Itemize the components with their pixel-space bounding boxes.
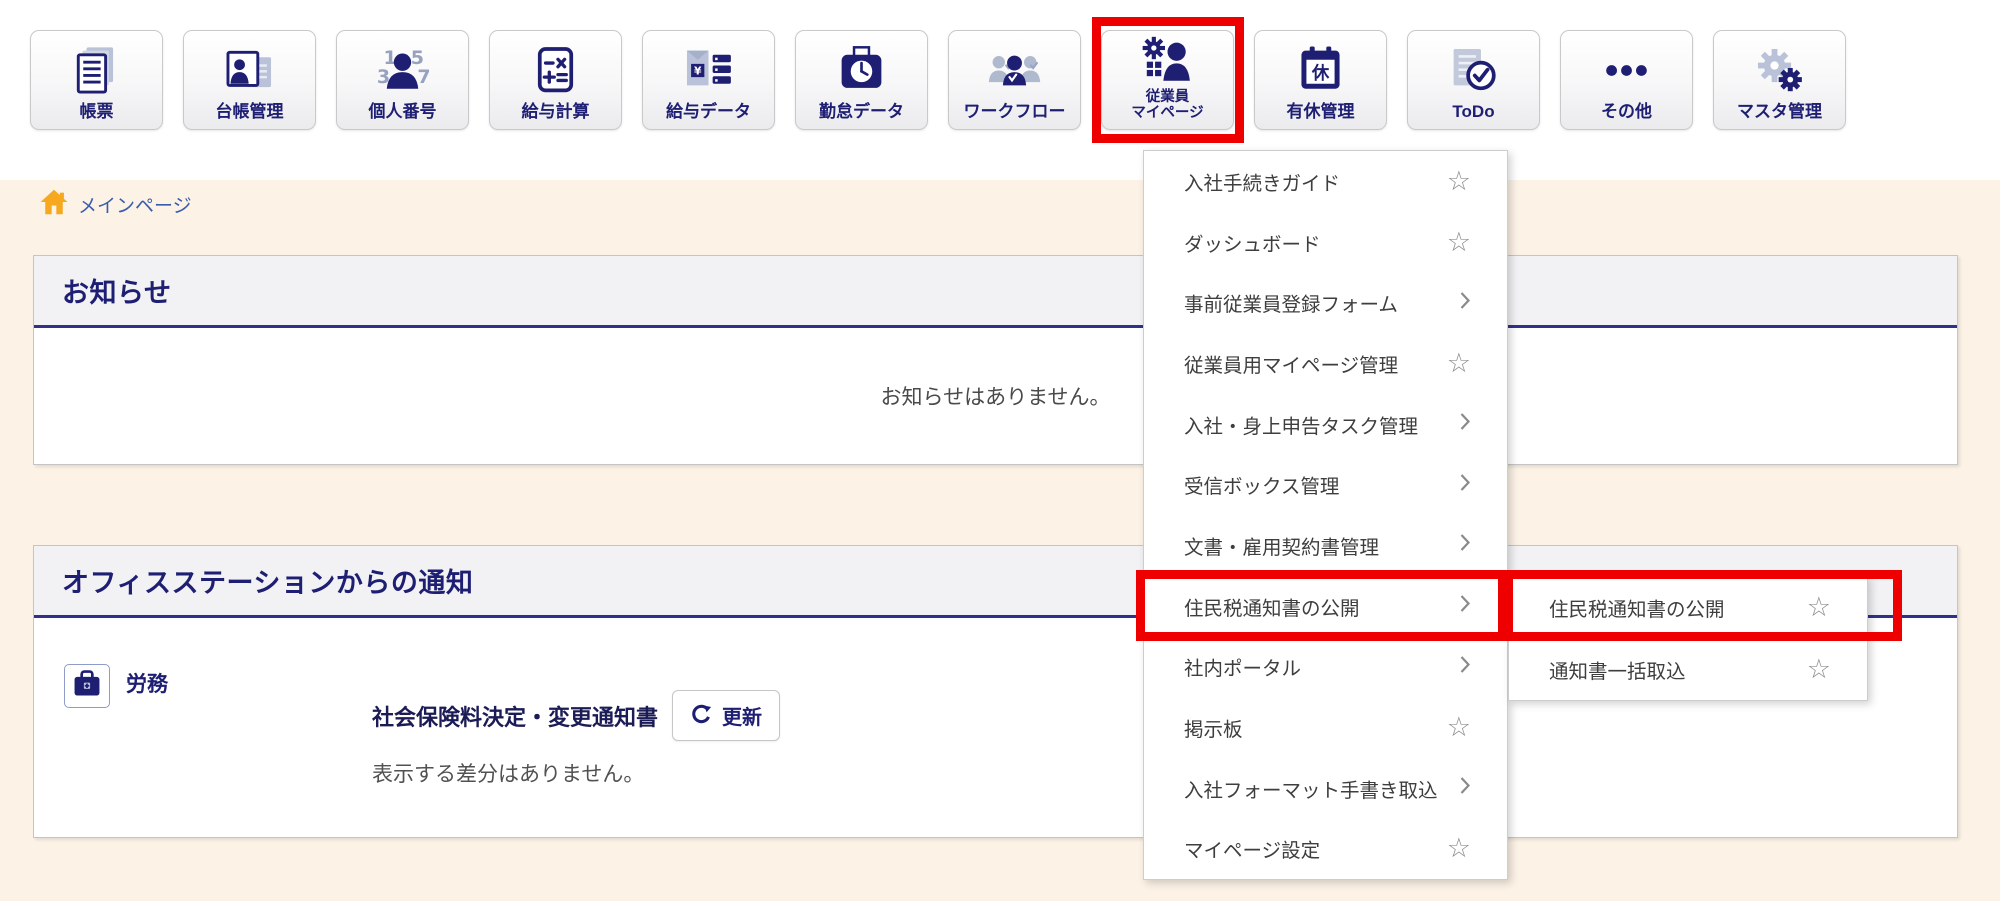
menu-item-document-contract-management[interactable]: 文書・雇用契約書管理 [1144,515,1507,576]
notification-status-message: 表示する差分はありません。 [372,763,645,786]
notice-panel-body: お知らせはありません。 [34,328,1957,463]
toolbar-button-label: マスタ管理 [1737,102,1822,121]
employee-mypage-icon [1141,30,1194,89]
calculator-icon [529,31,582,103]
toolbar-button-label: 従業員 マイページ [1131,88,1204,122]
svg-text:休: 休 [1311,62,1330,83]
notification-title: 社会保険料決定・変更通知書 [372,704,659,730]
main-page: 帳票 台帳管理 15 37 [0,0,2000,901]
toolbar-button-label: ワークフロー [963,102,1066,121]
toolbar-button-paid-leave[interactable]: 休 有休管理 [1254,30,1387,130]
menu-item-bulletin-board[interactable]: 掲示板 ☆ [1144,697,1507,758]
menu-item-onboarding-task-management[interactable]: 入社・身上申告タスク管理 [1144,394,1507,455]
todo-icon [1447,31,1500,103]
toolbar-button-forms[interactable]: 帳票 [30,30,163,130]
toolbar-button-mynumber[interactable]: 15 37 個人番号 [336,30,469,130]
toolbar-button-label: 有休管理 [1286,102,1355,121]
toolbar-button-label: その他 [1601,102,1652,121]
briefcase-icon [71,668,103,705]
favorite-star-icon[interactable]: ☆ [1447,228,1471,256]
toolbar-button-label: ToDo [1452,102,1495,121]
menu-item-internal-portal[interactable]: 社内ポータル [1144,636,1507,697]
master-icon [1753,31,1806,103]
favorite-star-icon[interactable]: ☆ [1807,593,1831,621]
notice-panel-header: お知らせ [34,256,1957,328]
submenu-chevron-icon [1459,291,1471,315]
toolbar-button-ledger[interactable]: 台帳管理 [183,30,316,130]
toolbar-button-todo[interactable]: ToDo [1407,30,1540,130]
menu-item-onboarding-format-handwriting-import[interactable]: 入社フォーマット手書き取込 [1144,758,1507,819]
toolbar-button-employee-mypage[interactable]: 従業員 マイページ [1101,30,1234,130]
toolbar-button-label: 給与データ [666,102,751,121]
menu-item-dashboard[interactable]: ダッシュボード ☆ [1144,212,1507,273]
toolbar-button-label: 個人番号 [368,102,437,121]
submenu-chevron-icon [1459,473,1471,497]
breadcrumb-link-main-page[interactable]: メインページ [78,191,192,218]
category-label-labor: 労務 [126,673,168,696]
notifications-panel-title: オフィスステーションからの通知 [62,568,474,598]
refresh-button-label: 更新 [722,707,763,729]
submenu-chevron-icon [1459,533,1471,557]
refresh-icon [690,703,713,729]
menu-item-onboarding-guide[interactable]: 入社手続きガイド ☆ [1144,151,1507,212]
favorite-star-icon[interactable]: ☆ [1447,349,1471,377]
menu-item-employee-mypage-management[interactable]: 従業員用マイページ管理 ☆ [1144,333,1507,394]
workflow-icon [988,31,1041,103]
menu-item-resident-tax-notice-publish[interactable]: 住民税通知書の公開 [1144,576,1507,637]
toolbar-button-label: 勤怠データ [819,102,904,121]
payroll-data-icon: ¥ [682,31,735,103]
more-icon [1600,31,1653,103]
submenu-chevron-icon [1459,412,1471,436]
submenu-chevron-icon [1459,776,1471,800]
notice-panel-title: お知らせ [62,278,172,308]
toolbar-button-workflow[interactable]: ワークフロー [948,30,1081,130]
toolbar-button-payroll-data[interactable]: ¥ 給与データ [642,30,775,130]
ledger-icon [223,31,276,103]
submenu-item-resident-tax-notice-publish[interactable]: 住民税通知書の公開 ☆ [1509,576,1867,638]
employee-mypage-menu: 入社手続きガイド ☆ ダッシュボード ☆ 事前従業員登録フォーム 従業員用マイペ… [1143,150,1508,880]
svg-text:¥: ¥ [694,64,702,77]
favorite-star-icon[interactable]: ☆ [1807,655,1831,683]
toolbar-button-label: 帳票 [79,102,114,121]
labor-category-icon-box [64,664,110,708]
menu-item-inbox-management[interactable]: 受信ボックス管理 [1144,454,1507,515]
breadcrumb: メインページ [40,189,192,220]
toolbar-button-attendance[interactable]: 勤怠データ [795,30,928,130]
submenu-chevron-icon [1459,594,1471,618]
toolbar-button-more[interactable]: その他 [1560,30,1693,130]
submenu-chevron-icon [1459,655,1471,679]
toolbar-button-label: 給与計算 [521,102,590,121]
home-icon [40,189,68,220]
favorite-star-icon[interactable]: ☆ [1447,167,1471,195]
toolbar-button-master[interactable]: マスタ管理 [1713,30,1846,130]
submenu-item-notice-bulk-import[interactable]: 通知書一括取込 ☆ [1509,638,1867,700]
toolbar-button-label: 台帳管理 [215,102,284,121]
svg-text:7: 7 [417,65,429,87]
attendance-icon [835,31,888,103]
resident-tax-submenu: 住民税通知書の公開 ☆ 通知書一括取込 ☆ [1508,575,1868,701]
menu-item-mypage-settings[interactable]: マイページ設定 ☆ [1144,818,1507,879]
refresh-button[interactable]: 更新 [672,690,781,741]
paid-leave-icon: 休 [1294,31,1347,103]
mynumber-icon: 15 37 [376,31,429,103]
menu-item-pre-registration-form[interactable]: 事前従業員登録フォーム [1144,272,1507,333]
notification-row: 社会保険料決定・変更通知書 更新 [372,690,781,741]
documents-icon [70,31,123,103]
main-toolbar: 帳票 台帳管理 15 37 [30,30,1846,130]
notice-panel: お知らせ お知らせはありません。 [33,255,1958,465]
favorite-star-icon[interactable]: ☆ [1447,713,1471,741]
notice-empty-message: お知らせはありません。 [880,385,1111,409]
toolbar-button-payroll-calc[interactable]: 給与計算 [489,30,622,130]
favorite-star-icon[interactable]: ☆ [1447,835,1471,862]
